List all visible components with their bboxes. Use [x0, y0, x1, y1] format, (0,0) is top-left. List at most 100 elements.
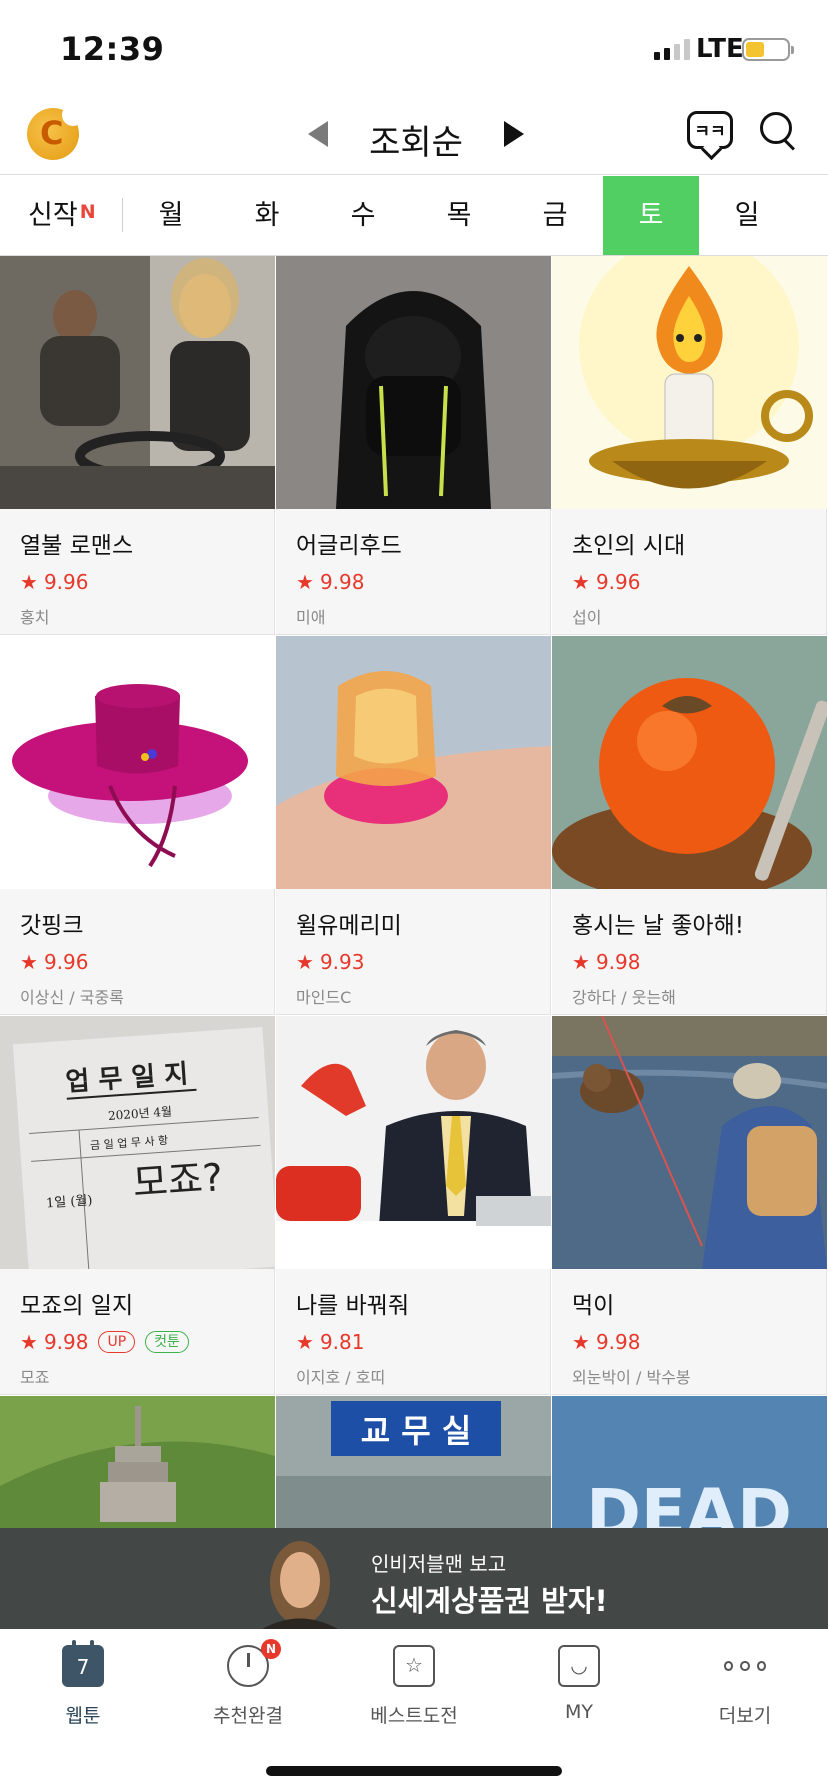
search-icon[interactable]: [760, 112, 798, 152]
signal-icon: [654, 38, 690, 60]
star-icon: ★: [20, 1330, 38, 1354]
cookie-logo-icon[interactable]: [27, 104, 84, 160]
thumbnail-bear-fishing: [552, 1016, 827, 1269]
rating-value: 9.96: [43, 950, 89, 974]
webtoon-title: 나를 바꿔줘: [296, 1293, 410, 1319]
webtoon-title: 모죠의 일지: [20, 1293, 134, 1319]
rating-value: 9.81: [319, 1330, 365, 1354]
webtoon-author: 이상신 / 국중록: [20, 988, 124, 1007]
new-badge: N: [79, 201, 96, 223]
thumbnail-persimmon: [552, 636, 827, 889]
sort-label: 조회순: [369, 123, 463, 163]
star-icon: ★: [296, 570, 314, 594]
calendar-icon: 7: [62, 1640, 104, 1687]
status-bar: 12:39 LTE: [0, 0, 828, 95]
clock-icon: N: [227, 1639, 281, 1687]
tab-sun[interactable]: 일: [699, 176, 795, 255]
nav-webtoon[interactable]: 7 웹툰: [13, 1640, 153, 1728]
webtoon-title: 윌유메리미: [296, 913, 402, 939]
webtoon-author: 모죠: [20, 1368, 50, 1387]
webtoon-card[interactable]: [0, 1396, 275, 1528]
rating-value: 9.93: [319, 950, 365, 974]
star-icon: ★: [572, 950, 590, 974]
webtoon-card[interactable]: 업 무 일 지 2020년 4월 금 일 업 무 사 항 1일 (월) 모죠? …: [0, 1016, 275, 1395]
webtoon-card[interactable]: 초인의 시대 ★ 9.96 섭이: [552, 256, 827, 635]
up-badge: UP: [98, 1331, 136, 1353]
nav-label: 베스트도전: [370, 1705, 458, 1727]
webtoon-card[interactable]: 홍시는 날 좋아해! ★ 9.98 강하다 / 웃는해: [552, 636, 827, 1015]
webtoon-title: 갓핑크: [20, 913, 84, 939]
banner-portrait: [252, 1528, 348, 1629]
tab-mon[interactable]: 월: [123, 176, 219, 255]
nav-best-challenge[interactable]: ☆ 베스트도전: [344, 1645, 484, 1728]
thumbnail-diary: 업 무 일 지 2020년 4월 금 일 업 무 사 항 1일 (월) 모죠?: [0, 1016, 275, 1269]
rating-value: 9.98: [43, 1330, 89, 1354]
chat-icon[interactable]: ㅋㅋ: [687, 111, 733, 149]
tab-new[interactable]: 신작 N: [14, 176, 124, 255]
cuttoon-badge: 컷툰: [145, 1331, 189, 1353]
thumbnail-dead: DEAD: [552, 1396, 827, 1528]
webtoon-author: 강하다 / 웃는해: [572, 988, 676, 1007]
webtoon-card[interactable]: 교 무 실: [276, 1396, 551, 1528]
rating-value: 9.98: [595, 1330, 641, 1354]
webtoon-card[interactable]: 어글리후드 ★ 9.98 미애: [276, 256, 551, 635]
top-header: 조회순 ㅋㅋ: [0, 95, 828, 175]
webtoon-author: 미애: [296, 608, 326, 627]
webtoon-author: 홍치: [20, 608, 50, 627]
webtoon-rating: ★ 9.93: [296, 950, 542, 974]
webtoon-card[interactable]: 갓핑크 ★ 9.96 이상신 / 국중록: [0, 636, 275, 1015]
thumbnail-hat: [0, 636, 275, 889]
star-icon: ★: [20, 950, 38, 974]
webtoon-card[interactable]: 나를 바꿔줘 ★ 9.81 이지호 / 호띠: [276, 1016, 551, 1395]
tab-sat[interactable]: 토: [603, 176, 699, 255]
rating-value: 9.98: [319, 570, 365, 594]
thumbnail-pagoda: [0, 1396, 275, 1528]
rating-value: 9.98: [595, 950, 641, 974]
webtoon-rating: ★ 9.98: [572, 950, 818, 974]
sort-prev-icon[interactable]: [308, 121, 328, 147]
new-badge: N: [261, 1639, 281, 1659]
webtoon-rating: ★ 9.98: [572, 1330, 818, 1354]
diary-body-text: 모죠?: [131, 1155, 224, 1205]
nav-my[interactable]: ◡ MY: [509, 1645, 649, 1723]
tab-thu[interactable]: 목: [411, 176, 507, 255]
webtoon-rating: ★ 9.96: [20, 950, 266, 974]
webtoon-rating: ★ 9.96: [572, 570, 818, 594]
thumbnail-car: [0, 256, 275, 509]
thumbnail-candle: [552, 256, 827, 509]
webtoon-title: 열불 로맨스: [20, 533, 134, 559]
battery-icon: [742, 38, 794, 61]
tab-new-label: 신작: [28, 200, 78, 231]
network-label: LTE: [696, 34, 744, 64]
home-indicator[interactable]: [266, 1766, 562, 1776]
sort-next-icon[interactable]: [504, 121, 524, 147]
webtoon-author: 이지호 / 호띠: [296, 1368, 386, 1387]
day-tabs: 신작N 월 화 수 목 금 토 일 완: [0, 176, 828, 256]
webtoon-card[interactable]: 열불 로맨스 ★ 9.96 홍치: [0, 256, 275, 635]
webtoon-grid: 열불 로맨스 ★ 9.96 홍치 어글리후드 ★ 9.98 미애 초인의 시대 …: [0, 256, 828, 1528]
star-icon: ★: [572, 570, 590, 594]
nav-more[interactable]: 더보기: [675, 1645, 815, 1728]
webtoon-card[interactable]: 윌유메리미 ★ 9.93 마인드C: [276, 636, 551, 1015]
webtoon-title: 먹이: [572, 1293, 615, 1319]
tab-tue[interactable]: 화: [219, 176, 315, 255]
webtoon-title: 초인의 시대: [572, 533, 686, 559]
ad-banner[interactable]: 인비저블맨 보고 신세계상품권 받자!: [0, 1528, 828, 1629]
star-bookmark-icon: ☆: [393, 1645, 435, 1687]
webtoon-card[interactable]: DEAD: [552, 1396, 827, 1528]
tab-fri[interactable]: 금: [507, 176, 603, 255]
smile-icon: ◡: [558, 1645, 600, 1687]
thumbnail-office: 교 무 실: [276, 1396, 551, 1528]
nav-recommended[interactable]: N 추천완결: [178, 1639, 318, 1728]
webtoon-author: 마인드C: [296, 988, 352, 1007]
webtoon-card[interactable]: 먹이 ★ 9.98 외눈박이 / 박수봉: [552, 1016, 827, 1395]
tab-wed[interactable]: 수: [315, 176, 411, 255]
webtoon-author: 섭이: [572, 608, 602, 627]
tab-done[interactable]: 완: [795, 176, 828, 255]
nav-label: 추천완결: [213, 1705, 283, 1727]
nav-label: 더보기: [718, 1705, 772, 1727]
webtoon-rating: ★ 9.96: [20, 570, 266, 594]
webtoon-rating: ★ 9.98 UP 컷툰: [20, 1330, 266, 1354]
nav-label: MY: [565, 1701, 593, 1723]
webtoon-rating: ★ 9.98: [296, 570, 542, 594]
